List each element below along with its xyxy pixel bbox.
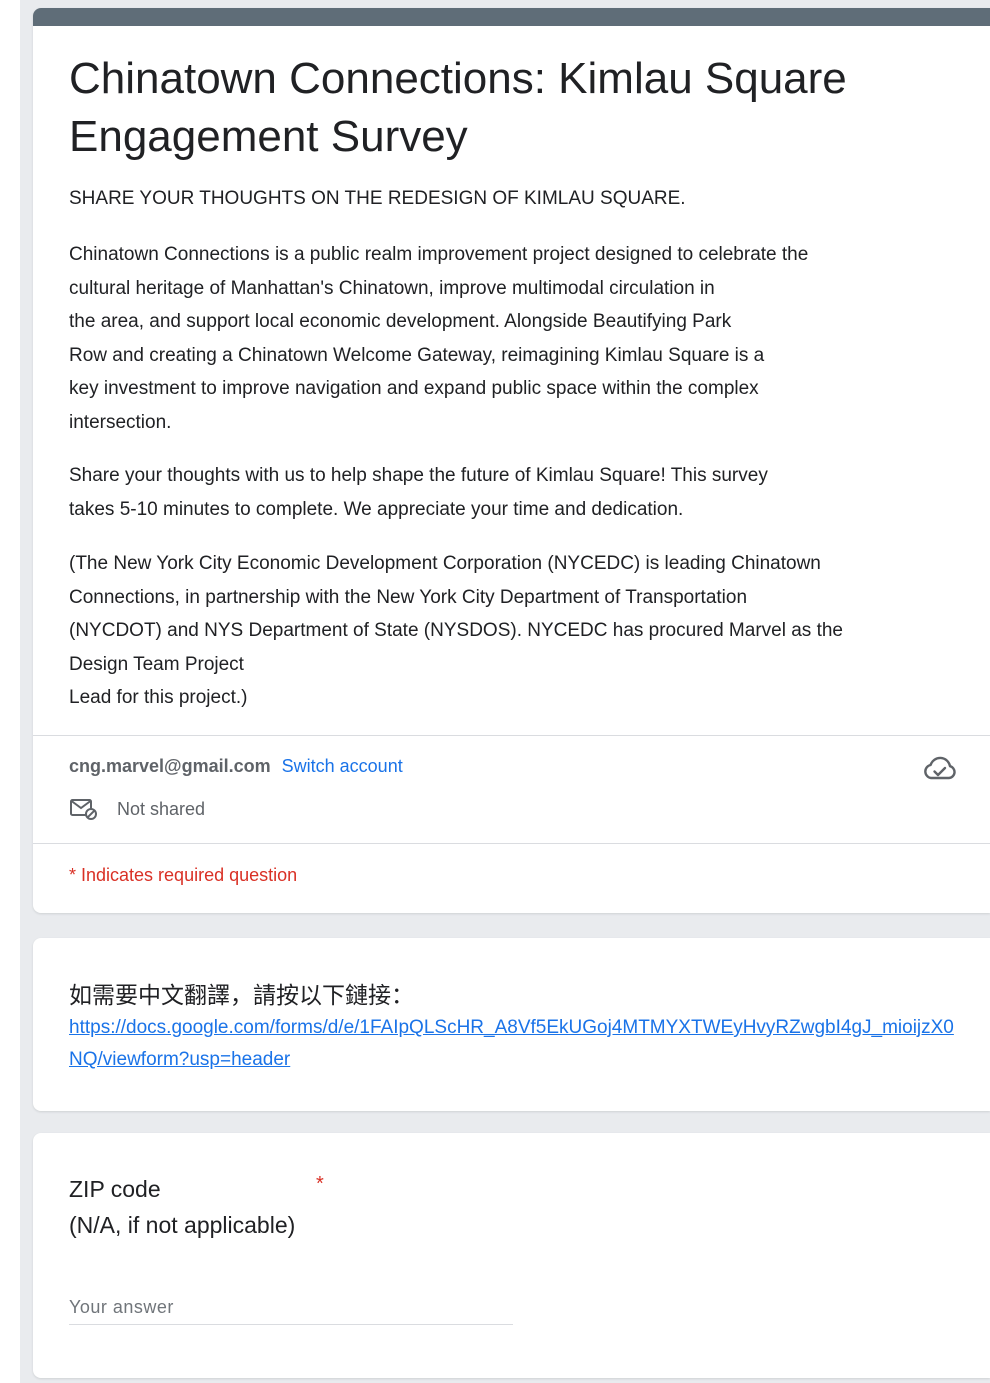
translation-form-link[interactable]: https://docs.google.com/forms/d/e/1FAIpQ… [69,1012,959,1076]
section-divider [33,735,990,736]
cloud-saved-icon [924,756,956,780]
question-title-line: ZIP code [69,1176,161,1202]
question-title: ZIP code (N/A, if not applicable) [69,1171,295,1243]
sharing-status-row: Not shared [69,797,205,821]
form-theme-bar [33,8,990,26]
description-line: Share your thoughts with us to help shap… [69,465,768,486]
description-line: Design Team Project [69,653,244,675]
form-description-paragraph: (The New York City Economic Development … [69,547,949,715]
description-line: Chinatown Connections is a public realm … [69,244,809,265]
page-left-margin [0,0,20,1383]
form-header-card: Chinatown Connections: Kimlau Square Eng… [33,8,990,913]
form-description-paragraph: Chinatown Connections is a public realm … [69,238,949,439]
required-question-note: * Indicates required question [69,865,298,885]
question-title-line: (N/A, if not applicable) [69,1212,296,1238]
required-asterisk: * [316,1173,324,1195]
description-line: intersection. [69,411,172,433]
email-not-shared-icon [70,799,97,820]
form-title: Chinatown Connections: Kimlau Square Eng… [69,54,847,161]
description-line: Row and creating a Chinatown Welcome Gat… [69,344,765,366]
form-subtitle: SHARE YOUR THOUGHTS ON THE REDESIGN OF K… [69,188,686,209]
switch-account-link[interactable]: Switch account [282,756,403,776]
zip-code-question-card: ZIP code (N/A, if not applicable) * [33,1133,990,1378]
description-line: key investment to improve navigation and… [69,378,759,399]
description-line: Lead for this project.) [69,687,248,708]
translation-info-card: 如需要中文翻譯，請按以下鏈接： https://docs.google.com/… [33,938,990,1111]
description-line: the area, and support local economic dev… [69,311,732,332]
description-line: Connections, in partnership with the New… [69,586,748,608]
description-line: cultural heritage of Manhattan's Chinato… [69,277,715,299]
form-description-paragraph: Share your thoughts with us to help shap… [69,459,949,526]
account-email: cng.marvel@gmail.com [69,756,271,776]
sharing-status-text: Not shared [117,798,206,819]
description-line: (NYCDOT) and NYS Department of State (NY… [69,620,843,641]
account-row: cng.marvel@gmail.com Switch account [69,756,403,777]
zip-code-answer-input[interactable] [69,1290,513,1325]
description-line: takes 5-10 minutes to complete. We appre… [69,498,684,520]
translation-instruction: 如需要中文翻譯，請按以下鏈接： [69,982,414,1008]
section-divider [33,843,990,844]
description-line: (The New York City Economic Development … [69,553,821,574]
